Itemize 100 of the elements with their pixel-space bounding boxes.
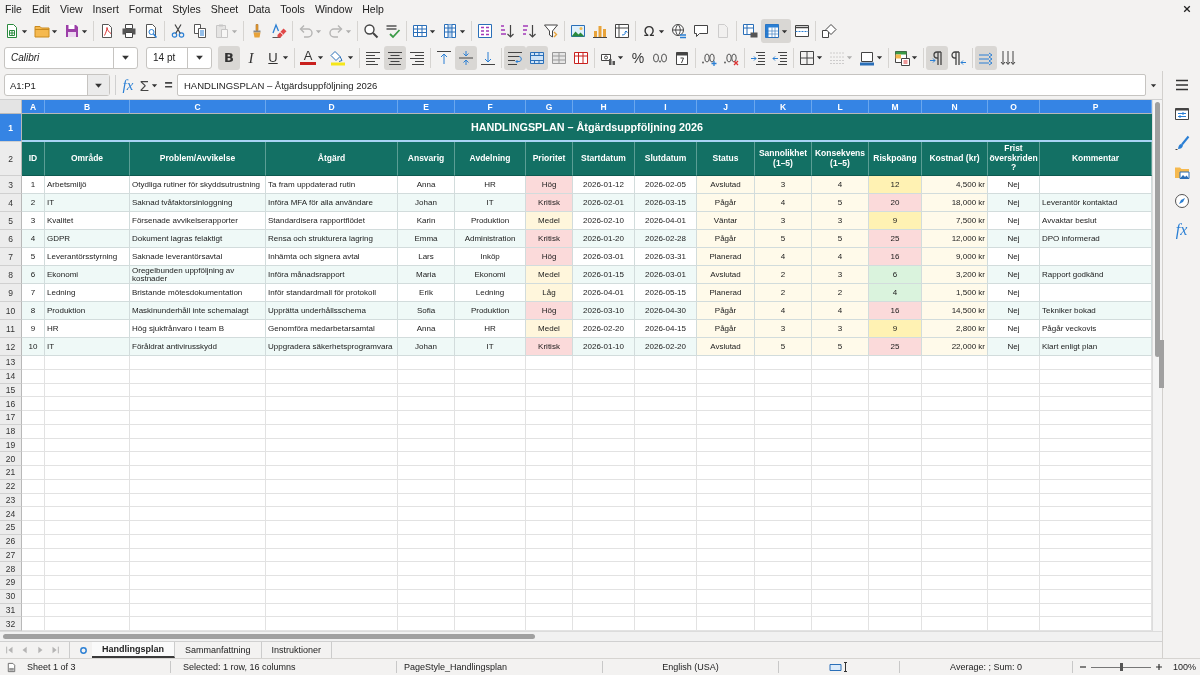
dropdown-button[interactable] (87, 75, 109, 95)
column-letter[interactable]: B (45, 100, 130, 114)
sheet-tab[interactable]: Instruktioner (261, 642, 333, 658)
row-number[interactable]: 2 (0, 142, 22, 176)
menu-item[interactable]: Format (123, 0, 168, 18)
font-name-box[interactable]: Calibri (4, 46, 138, 69)
column-letter[interactable]: M (869, 100, 922, 114)
zoom-slider[interactable] (1091, 662, 1151, 672)
column-letter[interactable]: A (22, 100, 45, 114)
rectangle-cursor-icon[interactable] (829, 661, 849, 673)
underline-button[interactable]: U (262, 45, 292, 70)
name-box[interactable]: A1:P1 (4, 74, 110, 96)
empty-cell (635, 369, 697, 384)
left-to-right-button[interactable] (926, 45, 948, 70)
table-cell: 2026-01-12 (573, 176, 635, 194)
sheet-tab[interactable]: Sammanfattning (175, 642, 262, 658)
menu-item[interactable]: Window (309, 0, 358, 18)
scrollbar-thumb[interactable] (1155, 102, 1160, 357)
column-letter[interactable]: I (635, 100, 697, 114)
column-letter[interactable]: O (988, 100, 1040, 114)
percent-format-button[interactable]: % (627, 45, 649, 70)
vertical-scrollbar[interactable] (1152, 100, 1162, 631)
row-number[interactable]: 21 (0, 466, 22, 480)
empty-cell (526, 576, 573, 590)
table-cell: 5 (812, 338, 869, 356)
close-document-button[interactable] (1183, 5, 1191, 13)
row-number[interactable]: 3 (0, 176, 22, 194)
row-number[interactable]: 9 (0, 284, 22, 302)
italic-button[interactable]: I (240, 45, 262, 70)
row-number[interactable]: 13 (0, 356, 22, 370)
functions-tab-button[interactable]: fx (1169, 218, 1194, 242)
row-number[interactable]: 10 (0, 302, 22, 320)
row-number[interactable]: 29 (0, 576, 22, 590)
bold-button[interactable]: B (218, 45, 240, 70)
column-letter[interactable]: J (697, 100, 755, 114)
table-cells-icon (551, 49, 567, 66)
special-character-button[interactable]: Ω (638, 19, 668, 43)
column-letter[interactable]: D (266, 100, 398, 114)
table-cell: 5 (755, 230, 812, 248)
menu-item[interactable]: Tools (275, 0, 310, 18)
empty-cell (697, 521, 755, 535)
row-number[interactable]: 5 (0, 212, 22, 230)
empty-cell (455, 534, 526, 549)
row-number[interactable]: 28 (0, 562, 22, 576)
function-wizard-button[interactable]: fx (120, 74, 136, 96)
empty-cell (635, 603, 697, 618)
row-number[interactable]: 25 (0, 521, 22, 535)
formula-button[interactable]: = (162, 74, 175, 96)
column-letter[interactable]: E (398, 100, 455, 114)
wrap-text-button[interactable] (504, 45, 526, 70)
table-cell: Arbetsmiljö (45, 176, 130, 194)
menu-item[interactable]: Help (357, 0, 389, 18)
slider-thumb[interactable] (1119, 663, 1123, 671)
column-letter[interactable]: F (455, 100, 526, 114)
font-color-button[interactable]: A (297, 45, 327, 70)
row-number[interactable]: 12 (0, 338, 22, 356)
empty-cell (869, 452, 922, 466)
row-number[interactable]: 4 (0, 194, 22, 212)
empty-cell (755, 589, 812, 604)
text-direction-button[interactable] (975, 45, 997, 70)
column-letter[interactable]: N (922, 100, 988, 114)
menu-item[interactable]: Data (243, 0, 276, 18)
merge-center-button[interactable] (526, 45, 548, 70)
table-cell: Avslutad (697, 176, 755, 194)
row-number[interactable]: 16 (0, 397, 22, 411)
row-number[interactable]: 17 (0, 411, 22, 425)
sum-button[interactable]: Σ (136, 74, 162, 96)
empty-cell (812, 411, 869, 425)
sidebar-handle[interactable] (1159, 340, 1164, 388)
menu-item[interactable]: Edit (26, 0, 55, 18)
column-letter[interactable]: P (1040, 100, 1152, 114)
menu-item[interactable]: File (0, 0, 27, 18)
table-cell: 2 (22, 194, 45, 212)
row-number[interactable]: 1 (0, 114, 22, 142)
row-number[interactable]: 20 (0, 452, 22, 466)
row-number[interactable]: 6 (0, 230, 22, 248)
formula-input-field[interactable]: HANDLINGSPLAN – Åtgärdsuppföljning 2026 (177, 74, 1146, 96)
column-letter[interactable]: H (573, 100, 635, 114)
table-cell: Väntar (697, 212, 755, 230)
column-letter[interactable]: K (755, 100, 812, 114)
row-number[interactable]: 24 (0, 507, 22, 521)
row-number[interactable]: 7 (0, 248, 22, 266)
menu-item[interactable]: Insert (87, 0, 124, 18)
row-number[interactable]: 11 (0, 320, 22, 338)
column-letter[interactable]: G (526, 100, 573, 114)
empty-cell (755, 493, 812, 508)
sheet-tab[interactable]: Handlingsplan (92, 642, 175, 658)
menu-item[interactable]: Styles (167, 0, 206, 18)
freeze-rows-columns-button[interactable] (761, 19, 791, 43)
scrollbar-thumb[interactable] (3, 634, 535, 639)
align-center-button[interactable] (384, 45, 406, 70)
column-letter[interactable]: C (130, 100, 266, 114)
horizontal-scrollbar[interactable] (0, 631, 1162, 641)
menu-item[interactable]: Sheet (205, 0, 244, 18)
font-size-box[interactable]: 14 pt (146, 46, 212, 69)
row-number[interactable]: 32 (0, 617, 22, 631)
zoom-in-button[interactable] (1154, 662, 1164, 672)
column-letter[interactable]: L (812, 100, 869, 114)
menu-item[interactable]: View (55, 0, 88, 18)
row-number[interactable]: 8 (0, 266, 22, 284)
